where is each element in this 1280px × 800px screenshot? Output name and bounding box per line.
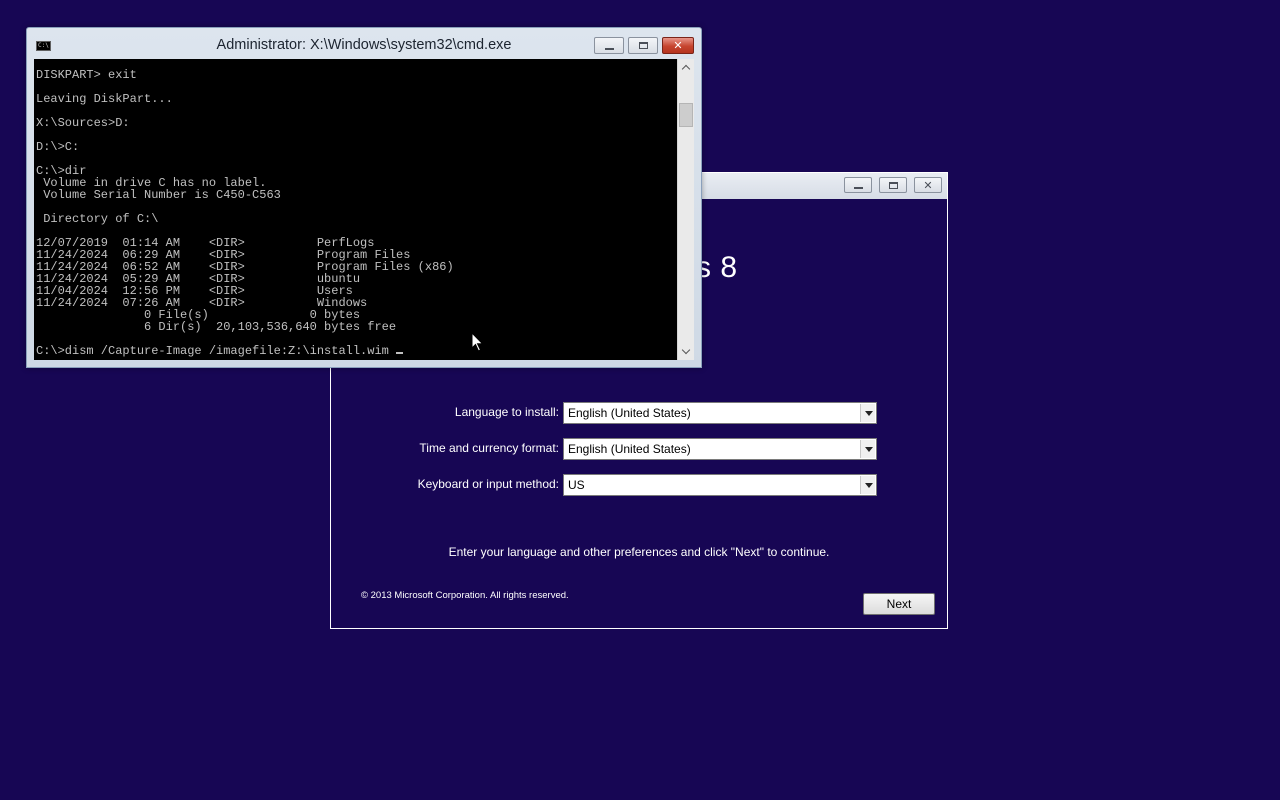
console-line: X:\Sources>D: bbox=[36, 116, 130, 130]
chevron-down-icon bbox=[681, 345, 691, 355]
cmd-titlebar[interactable]: C:\ Administrator: X:\Windows\system32\c… bbox=[27, 28, 701, 58]
minimize-icon bbox=[604, 47, 614, 50]
console-line: Volume Serial Number is C450-C563 bbox=[43, 188, 281, 202]
console-history: DISKPART> exit Leaving DiskPart... X:\So… bbox=[36, 68, 454, 334]
setup-minimize-button[interactable] bbox=[844, 177, 872, 193]
keyboard-select[interactable]: US bbox=[563, 474, 877, 496]
console-line: DISKPART> exit bbox=[36, 68, 137, 82]
close-icon: ✕ bbox=[923, 178, 933, 192]
keyboard-label: Keyboard or input method: bbox=[417, 477, 559, 491]
language-select-value: English (United States) bbox=[568, 406, 691, 420]
chevron-up-icon bbox=[681, 64, 691, 74]
time-currency-label: Time and currency format: bbox=[419, 441, 559, 455]
cmd-maximize-button[interactable] bbox=[628, 37, 658, 54]
console-line: Leaving DiskPart... bbox=[36, 92, 173, 106]
console-line: D:\>C: bbox=[36, 140, 80, 154]
setup-maximize-button[interactable] bbox=[879, 177, 907, 193]
close-icon: ✕ bbox=[673, 39, 683, 52]
time-currency-select-value: English (United States) bbox=[568, 442, 691, 456]
text-cursor bbox=[396, 352, 404, 354]
chevron-down-icon[interactable] bbox=[860, 440, 875, 458]
console-output: DISKPART> exit Leaving DiskPart... X:\So… bbox=[36, 69, 454, 357]
console-area[interactable]: DISKPART> exit Leaving DiskPart... X:\So… bbox=[34, 59, 694, 360]
time-currency-select[interactable]: English (United States) bbox=[563, 438, 877, 460]
language-select[interactable]: English (United States) bbox=[563, 402, 877, 424]
keyboard-select-value: US bbox=[568, 478, 585, 492]
language-label: Language to install: bbox=[454, 405, 559, 419]
scroll-up-button[interactable] bbox=[678, 59, 694, 76]
cmd-close-button[interactable]: ✕ bbox=[662, 37, 694, 54]
scrollbar-thumb[interactable] bbox=[679, 103, 693, 127]
cmd-window: C:\ Administrator: X:\Windows\system32\c… bbox=[26, 27, 702, 368]
chevron-down-icon[interactable] bbox=[860, 476, 875, 494]
copyright-text: © 2013 Microsoft Corporation. All rights… bbox=[361, 590, 569, 601]
console-line: Directory of C:\ bbox=[43, 212, 159, 226]
setup-close-button[interactable]: ✕ bbox=[914, 177, 942, 193]
setup-product-name: s 8 bbox=[696, 251, 738, 284]
mouse-pointer-icon bbox=[471, 332, 484, 352]
command-prompt-line[interactable]: C:\>dism /Capture-Image /imagefile:Z:\in… bbox=[36, 344, 396, 358]
maximize-icon bbox=[638, 42, 648, 49]
scroll-down-button[interactable] bbox=[678, 343, 694, 360]
console-line: 6 Dir(s) 20,103,536,640 bytes free bbox=[144, 320, 397, 334]
next-button[interactable]: Next bbox=[863, 593, 935, 615]
chevron-down-icon[interactable] bbox=[860, 404, 875, 422]
maximize-icon bbox=[888, 181, 898, 189]
minimize-icon bbox=[853, 187, 863, 189]
setup-instruction-text: Enter your language and other preference… bbox=[448, 545, 830, 559]
vertical-scrollbar[interactable] bbox=[677, 59, 694, 360]
cmd-minimize-button[interactable] bbox=[594, 37, 624, 54]
